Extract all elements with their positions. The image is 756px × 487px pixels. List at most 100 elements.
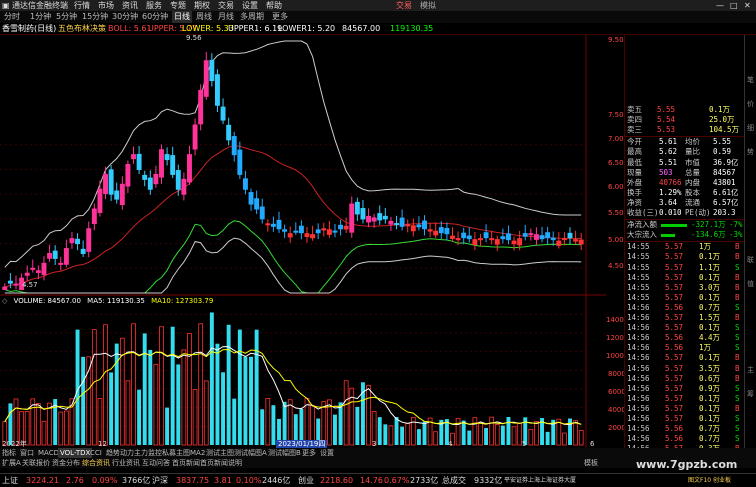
menu-quotes[interactable]: 行情 bbox=[74, 0, 90, 11]
candle-body bbox=[416, 224, 422, 228]
tab-ma2[interactable]: MA2 bbox=[190, 448, 205, 458]
period-monthly[interactable]: 月线 bbox=[218, 11, 234, 23]
side-tab[interactable]: 联 bbox=[747, 255, 754, 265]
period-1min[interactable]: 1分钟 bbox=[30, 11, 51, 23]
tab-test-main[interactable]: 测试主图 bbox=[206, 448, 234, 458]
volume-bar bbox=[232, 398, 237, 445]
tab-ext-a[interactable]: 扩展A bbox=[2, 458, 21, 468]
tab-home-news[interactable]: 首页新闻 bbox=[172, 458, 200, 468]
stat-row: 现量 503 总量 84567 bbox=[627, 168, 743, 178]
menu-market[interactable]: 市场 bbox=[98, 0, 114, 11]
volume-bar bbox=[170, 326, 175, 445]
candle-body bbox=[153, 173, 159, 185]
stat-value: 5.61 bbox=[659, 137, 678, 147]
side-tab[interactable]: 筹 bbox=[747, 389, 754, 399]
index-name-sh[interactable]: 上证 bbox=[2, 474, 18, 487]
tick-volume: 0.1万 bbox=[699, 292, 721, 302]
tab-related-quotes[interactable]: 关联报价 bbox=[22, 458, 50, 468]
period-60min[interactable]: 60分钟 bbox=[142, 11, 168, 23]
tick-time: 14:55 bbox=[627, 292, 650, 302]
period-timeshare[interactable]: 分时 bbox=[4, 11, 20, 23]
index-name-cy[interactable]: 创业 bbox=[298, 474, 314, 487]
tab-industry-news[interactable]: 行业资讯 bbox=[112, 458, 140, 468]
minimize-icon[interactable]: — bbox=[716, 0, 724, 11]
period-multi[interactable]: 多周期 bbox=[240, 11, 264, 23]
tab-cci[interactable]: CCI bbox=[90, 448, 102, 458]
volume-bar bbox=[260, 409, 265, 445]
side-tab[interactable]: 主 bbox=[747, 365, 754, 375]
tab-qa[interactable]: 互动问答 bbox=[142, 458, 170, 468]
candle-body bbox=[332, 230, 338, 233]
menu-settings[interactable]: 设置 bbox=[242, 0, 258, 11]
period-15min[interactable]: 15分钟 bbox=[82, 11, 108, 23]
candle-body bbox=[231, 136, 237, 156]
menu-news[interactable]: 资讯 bbox=[122, 0, 138, 11]
tab-news[interactable]: 综合资讯 bbox=[82, 458, 110, 468]
ask-row: 卖五 5.55 0.1万 bbox=[627, 105, 743, 115]
tick-side: B bbox=[735, 313, 740, 322]
side-tab[interactable]: 价 bbox=[747, 99, 754, 109]
tick-row: 14:56 5.57 0.1万 S bbox=[627, 394, 743, 404]
tab-test-sub-b[interactable]: 测试幅图B bbox=[268, 448, 301, 458]
quote-panel: 卖五 5.55 0.1万 卖四 5.54 25.0万 卖三 5.53 104.5万 今开 5.61 均… bbox=[624, 35, 745, 453]
tab-window[interactable]: 窗口 bbox=[20, 448, 34, 458]
trade-button[interactable]: 交易 bbox=[396, 0, 412, 11]
simulate-button[interactable]: 模拟 bbox=[420, 0, 436, 11]
tab-macd[interactable]: MACD bbox=[38, 448, 59, 458]
candle-body bbox=[30, 267, 36, 270]
tab-main-monitor[interactable]: 主力监控 bbox=[134, 448, 162, 458]
candle-body bbox=[181, 178, 187, 195]
tick-volume: 0.1万 bbox=[699, 353, 721, 363]
status-right[interactable]: 图文F10 创业板 bbox=[688, 474, 731, 487]
stat-value: 6.61亿 bbox=[713, 187, 739, 197]
tab-settings[interactable]: 设置 bbox=[320, 448, 334, 458]
volume-bar bbox=[500, 425, 505, 445]
tick-row: 14:56 5.57 0.1万 B bbox=[627, 353, 743, 363]
tab-test-sub-a[interactable]: 测试幅图A bbox=[234, 448, 267, 458]
menu-trade[interactable]: 交易 bbox=[218, 0, 234, 11]
tick-time: 14:55 bbox=[627, 252, 650, 262]
tab-indicator[interactable]: 指标 bbox=[2, 448, 16, 458]
kline-chart[interactable] bbox=[0, 35, 606, 448]
stat-value: 36.9亿 bbox=[713, 157, 739, 167]
menu-topic[interactable]: 专题 bbox=[170, 0, 186, 11]
template-button[interactable]: 模板 bbox=[584, 458, 598, 468]
tab-private-main[interactable]: 私募主图 bbox=[162, 448, 190, 458]
period-weekly[interactable]: 周线 bbox=[196, 11, 212, 23]
period-5min[interactable]: 5分钟 bbox=[56, 11, 77, 23]
period-more[interactable]: 更多 bbox=[272, 11, 288, 23]
stat-label: 净资 bbox=[627, 197, 642, 207]
tab-vol-tdx[interactable]: VOL-TDX bbox=[58, 448, 93, 458]
tick-side: B bbox=[735, 282, 740, 292]
close-icon[interactable]: ✕ bbox=[744, 0, 751, 11]
tick-time: 14:55 bbox=[627, 262, 650, 272]
tab-trend-power[interactable]: 趋势动力 bbox=[106, 448, 134, 458]
maximize-icon[interactable]: □ bbox=[730, 0, 738, 11]
period-30min[interactable]: 30分钟 bbox=[112, 11, 138, 23]
side-tab[interactable]: 细 bbox=[747, 123, 754, 133]
candle-body bbox=[422, 220, 427, 230]
stat-value: 3.64 bbox=[659, 197, 678, 207]
period-daily[interactable]: 日线 bbox=[172, 11, 192, 23]
tick-price: 5.57 bbox=[665, 403, 684, 413]
candle-body bbox=[388, 220, 394, 225]
side-tab[interactable]: 值 bbox=[747, 279, 754, 289]
tab-fund-distribution[interactable]: 资金分布 bbox=[52, 458, 80, 468]
tick-row: 14:55 5.57 1万 B bbox=[627, 242, 743, 252]
side-tab[interactable]: 笔 bbox=[747, 75, 754, 85]
candle-body bbox=[35, 270, 41, 273]
low-price-label: 4.57 bbox=[22, 281, 38, 289]
ask-row: 卖三 5.53 104.5万 bbox=[627, 125, 743, 135]
tick-volume: 4.4万 bbox=[699, 333, 721, 343]
menu-options[interactable]: 期权 bbox=[194, 0, 210, 11]
candle-body bbox=[466, 235, 472, 240]
index-name-hs[interactable]: 沪深 bbox=[152, 474, 168, 487]
side-tab[interactable]: 势 bbox=[747, 147, 754, 157]
menu-service[interactable]: 服务 bbox=[146, 0, 162, 11]
candle-body bbox=[41, 262, 47, 275]
menu-help[interactable]: 帮助 bbox=[266, 0, 282, 11]
candle-body bbox=[254, 198, 260, 210]
tab-more[interactable]: 更多 bbox=[302, 448, 316, 458]
indicator-name[interactable]: 五色布林决策 bbox=[58, 23, 106, 34]
tab-home-news-desc[interactable]: 首页新闻说明 bbox=[200, 458, 242, 468]
